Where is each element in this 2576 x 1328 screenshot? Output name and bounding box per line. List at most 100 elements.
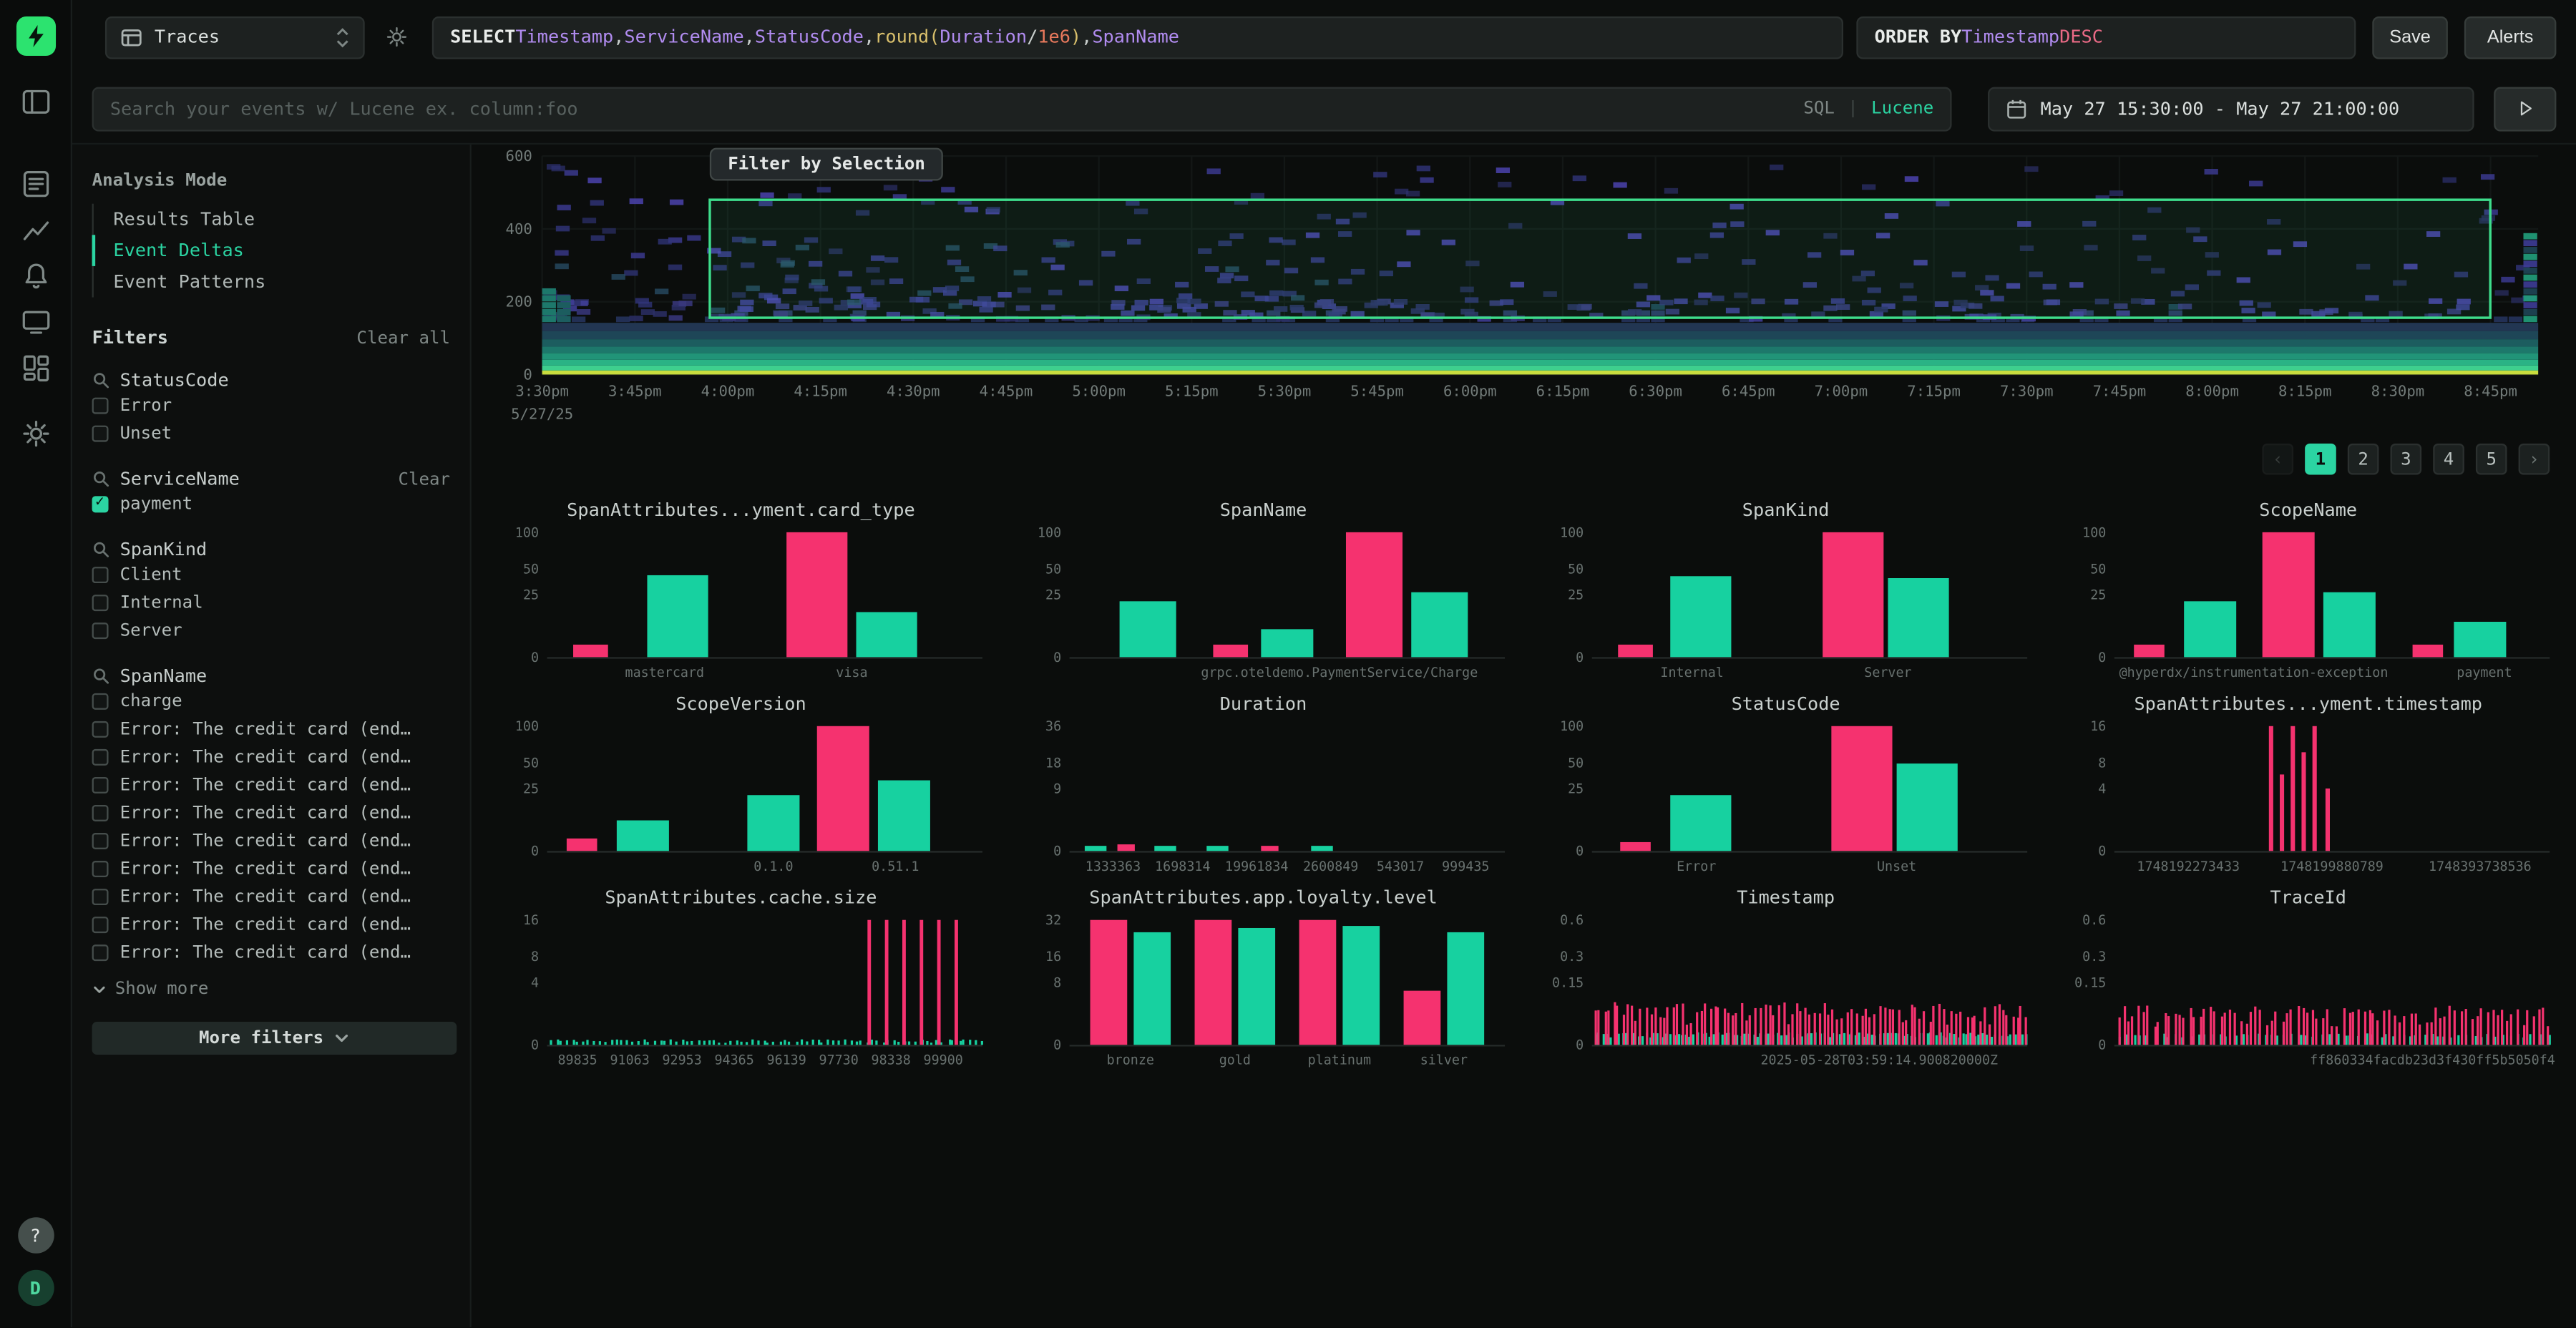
checkbox[interactable] — [92, 860, 109, 877]
mini-chart-plot[interactable]: 02550100@hyperdx/instrumentation-excepti… — [2062, 526, 2555, 683]
bar[interactable] — [1091, 920, 1128, 1045]
bar[interactable] — [1311, 846, 1332, 851]
bar[interactable] — [1620, 842, 1651, 851]
bar[interactable] — [1213, 645, 1248, 657]
filter-option[interactable]: charge — [92, 687, 457, 715]
bar[interactable] — [1823, 532, 1883, 657]
bar[interactable] — [2263, 532, 2315, 657]
bar[interactable] — [2454, 622, 2506, 657]
run-query-button[interactable] — [2494, 87, 2556, 131]
checkbox[interactable] — [92, 622, 109, 638]
pagination-next[interactable]: › — [2519, 444, 2550, 475]
avatar[interactable]: D — [17, 1270, 54, 1307]
page-button-4[interactable]: 4 — [2433, 444, 2464, 475]
mini-chart-plot[interactable]: 081632bronzegoldplatinumsilver — [1017, 914, 1510, 1071]
mini-chart-plot[interactable]: 00.150.30.6ff860334facdb23d3f430ff5b5050… — [2062, 914, 2555, 1071]
rail-item-settings[interactable] — [12, 411, 58, 456]
checkbox[interactable] — [92, 594, 109, 610]
mini-chart-plot[interactable]: 0481617481922734331748199880789174839373… — [2062, 720, 2555, 877]
bar[interactable] — [1206, 846, 1228, 851]
filter-option[interactable]: Error: The credit card (end… — [92, 715, 457, 743]
search-input[interactable] — [110, 98, 1790, 119]
rail-item-dashboards[interactable] — [12, 345, 58, 391]
filter-option[interactable]: Error: The credit card (end… — [92, 854, 457, 882]
filter-group-clear-button[interactable]: Clear — [399, 469, 451, 489]
bar[interactable] — [878, 781, 930, 851]
bar[interactable] — [617, 821, 669, 851]
mode-item-event-deltas[interactable]: Event Deltas — [92, 235, 457, 266]
mode-item-results-table[interactable]: Results Table — [92, 204, 457, 235]
bar[interactable] — [647, 575, 708, 657]
bar[interactable] — [1618, 645, 1653, 657]
bar[interactable] — [1118, 844, 1135, 851]
language-sql-toggle[interactable]: SQL — [1803, 99, 1835, 119]
bar[interactable] — [2280, 774, 2284, 851]
save-button[interactable]: Save — [2372, 16, 2448, 59]
checkbox[interactable] — [92, 396, 109, 413]
rail-item-sidebar[interactable] — [12, 79, 58, 125]
bar[interactable] — [2301, 752, 2306, 851]
help-button[interactable]: ? — [17, 1217, 54, 1254]
source-settings-gear-icon[interactable] — [384, 24, 409, 49]
checkbox[interactable] — [92, 804, 109, 821]
bar[interactable] — [937, 920, 941, 1045]
filter-option[interactable]: Error: The credit card (end… — [92, 743, 457, 771]
checkbox[interactable] — [92, 424, 109, 441]
language-lucene-toggle[interactable]: Lucene — [1871, 99, 1933, 119]
mode-item-event-patterns[interactable]: Event Patterns — [92, 266, 457, 298]
checkbox[interactable] — [92, 832, 109, 849]
checkbox[interactable] — [92, 566, 109, 582]
filter-option[interactable]: Server — [92, 616, 457, 644]
filter-option[interactable]: Client — [92, 560, 457, 588]
bar[interactable] — [1346, 532, 1402, 657]
filter-option[interactable]: Error: The credit card (end… — [92, 826, 457, 854]
bar[interactable] — [1411, 592, 1468, 658]
checkbox[interactable] — [92, 693, 109, 709]
bar[interactable] — [817, 726, 869, 851]
bar[interactable] — [2313, 726, 2317, 851]
bar[interactable] — [1299, 920, 1337, 1045]
order-by-input[interactable]: ORDER BY Timestamp DESC — [1856, 16, 2356, 59]
page-button-1[interactable]: 1 — [2305, 444, 2336, 475]
filter-option[interactable]: payment — [92, 489, 457, 517]
app-logo[interactable] — [16, 16, 55, 56]
more-filters-button[interactable]: More filters — [92, 1022, 457, 1055]
filter-option[interactable]: Unset — [92, 419, 457, 446]
bar[interactable] — [2184, 601, 2236, 657]
filter-option[interactable]: Error — [92, 391, 457, 419]
sql-query-input[interactable]: SELECT Timestamp,ServiceName,StatusCode,… — [432, 16, 1843, 59]
bar[interactable] — [2134, 645, 2165, 657]
bar[interactable] — [747, 795, 799, 851]
bar[interactable] — [1085, 846, 1106, 851]
bar[interactable] — [2269, 726, 2273, 851]
bar[interactable] — [2290, 726, 2295, 851]
bar[interactable] — [867, 920, 871, 1045]
checkbox[interactable] — [92, 776, 109, 793]
bar[interactable] — [573, 645, 608, 657]
bar[interactable] — [567, 839, 597, 851]
bar[interactable] — [1120, 601, 1176, 657]
source-selector[interactable]: Traces — [105, 16, 365, 59]
mini-chart-plot[interactable]: 0481689835910639295394365961399773098338… — [494, 914, 987, 1071]
filter-option[interactable]: Error: The credit card (end… — [92, 771, 457, 799]
bar[interactable] — [857, 612, 917, 657]
filter-by-selection-button[interactable]: Filter by Selection — [710, 148, 943, 181]
filter-option[interactable]: Internal — [92, 588, 457, 616]
bar[interactable] — [1133, 932, 1171, 1045]
bar[interactable] — [919, 920, 923, 1045]
bar[interactable] — [1154, 846, 1176, 851]
bar[interactable] — [2326, 788, 2330, 851]
bar[interactable] — [1447, 932, 1484, 1045]
bar[interactable] — [1897, 763, 1958, 851]
checkbox[interactable] — [92, 944, 109, 960]
page-button-5[interactable]: 5 — [2476, 444, 2507, 475]
filter-option[interactable]: Error: The credit card (end… — [92, 938, 457, 966]
rail-item-sessions[interactable] — [12, 299, 58, 345]
timeline-heatmap[interactable]: 60040020003:30pm3:45pm4:00pm4:15pm4:30pm… — [472, 145, 2576, 437]
bar[interactable] — [1404, 991, 1441, 1045]
filter-option[interactable]: Error: The credit card (end… — [92, 882, 457, 910]
mini-chart-plot[interactable]: 025501000.1.00.51.1 — [494, 720, 987, 877]
search-bar[interactable]: SQL | Lucene — [92, 87, 1952, 131]
bar[interactable] — [2413, 645, 2444, 657]
rail-item-logs[interactable] — [12, 161, 58, 207]
